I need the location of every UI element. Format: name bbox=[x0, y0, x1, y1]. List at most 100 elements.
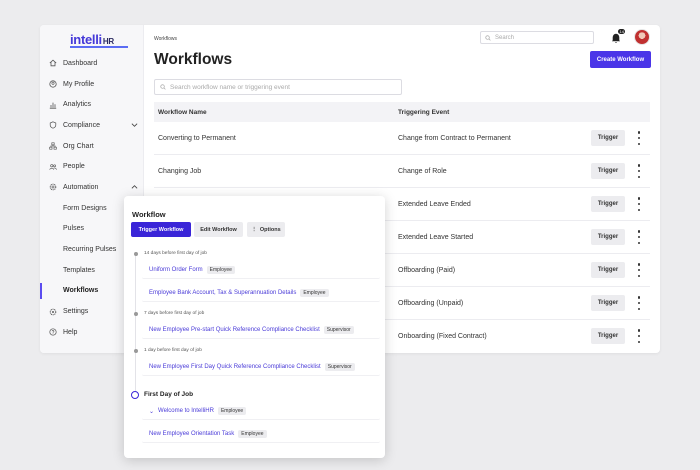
more-options-icon[interactable] bbox=[636, 296, 642, 310]
chevron-down-icon[interactable] bbox=[131, 122, 138, 129]
more-vertical-icon: ⋮ bbox=[251, 226, 257, 233]
list-item[interactable]: New Employee Pre-start Quick Reference C… bbox=[142, 322, 380, 339]
people-icon bbox=[48, 162, 58, 172]
page-title: Workflows bbox=[154, 51, 233, 68]
task-title: Welcome to IntelliHR bbox=[158, 408, 214, 414]
workflow-detail-popup: Workflow Trigger Workflow Edit Workflow … bbox=[124, 196, 385, 458]
global-search-input[interactable]: Search bbox=[480, 31, 594, 44]
list-item[interactable]: Employee Bank Account, Tax & Superannuat… bbox=[142, 285, 380, 302]
sidebar-item-label: Dashboard bbox=[63, 59, 98, 67]
table-header: Workflow Name Triggering Event bbox=[154, 102, 650, 122]
sidebar-item-label: Automation bbox=[63, 183, 99, 191]
sidebar-item-automation[interactable]: Automation bbox=[40, 177, 144, 198]
home-icon bbox=[48, 58, 58, 68]
workflow-search-input[interactable]: Search workflow name or triggering event bbox=[154, 79, 402, 95]
timeline-dot bbox=[133, 252, 138, 256]
sidebar-item-analytics[interactable]: Analytics bbox=[40, 94, 144, 115]
workflow-name: Changing Job bbox=[158, 167, 202, 175]
more-options-icon[interactable] bbox=[636, 329, 642, 343]
role-tag: Supervisor bbox=[323, 326, 354, 334]
options-label: Options bbox=[259, 226, 281, 233]
trigger-workflow-button[interactable]: Trigger Workflow bbox=[131, 222, 191, 237]
list-item[interactable]: ⌄ Welcome to IntelliHR Employee bbox=[142, 403, 380, 420]
list-item[interactable]: New Employee Orientation Task Employee bbox=[142, 426, 380, 443]
task-title: Uniform Order Form bbox=[149, 267, 203, 273]
role-tag: Employee bbox=[206, 266, 235, 274]
sidebar-item-label: Pulses bbox=[63, 225, 85, 233]
settings-icon bbox=[48, 307, 58, 317]
sidebar-item-label: Templates bbox=[63, 266, 95, 274]
trigger-button[interactable]: Trigger bbox=[591, 196, 625, 212]
more-options-icon[interactable] bbox=[636, 164, 642, 178]
column-header-triggering-event: Triggering Event bbox=[398, 108, 450, 116]
trigger-button[interactable]: Trigger bbox=[591, 262, 625, 278]
sidebar-item-label: People bbox=[63, 163, 85, 171]
create-workflow-button[interactable]: Create Workflow bbox=[590, 51, 651, 68]
task-title: New Employee First Day Quick Reference C… bbox=[149, 364, 321, 370]
timeline-group-label: 7 days before first day of job bbox=[144, 311, 205, 316]
task-title: New Employee Orientation Task bbox=[149, 431, 235, 437]
trigger-button[interactable]: Trigger bbox=[591, 229, 625, 245]
user-icon bbox=[48, 79, 58, 89]
sidebar-item-label: Form Designs bbox=[63, 204, 107, 212]
sidebar-item-label: Analytics bbox=[63, 101, 92, 109]
timeline-group-label: 1 day before first day of job bbox=[144, 348, 202, 353]
trigger-button[interactable]: Trigger bbox=[591, 295, 625, 311]
edit-workflow-button[interactable]: Edit Workflow bbox=[194, 222, 243, 237]
popup-title: Workflow bbox=[132, 210, 166, 219]
sidebar-item-people[interactable]: People bbox=[40, 156, 144, 177]
notification-badge: 14 bbox=[618, 29, 626, 34]
chevron-up-icon[interactable] bbox=[131, 184, 138, 191]
table-row[interactable]: Changing Job Change of Role Trigger bbox=[154, 155, 650, 188]
trigger-button[interactable]: Trigger bbox=[591, 328, 625, 344]
table-row[interactable]: Converting to Permanent Change from Cont… bbox=[154, 122, 650, 155]
avatar[interactable] bbox=[634, 29, 650, 45]
shield-icon bbox=[48, 120, 58, 130]
more-options-icon[interactable] bbox=[636, 131, 642, 145]
sidebar-item-org-chart[interactable]: Org Chart bbox=[40, 136, 144, 157]
timeline-group-label: 14 days before first day of job bbox=[144, 251, 207, 256]
role-tag: Employee bbox=[217, 407, 247, 415]
sidebar-item-label: Help bbox=[63, 328, 78, 336]
task-title: New Employee Pre-start Quick Reference C… bbox=[149, 327, 320, 333]
more-options-icon[interactable] bbox=[636, 230, 642, 244]
more-options-icon[interactable] bbox=[636, 263, 642, 277]
sidebar-item-label: Workflows bbox=[63, 287, 99, 295]
org-chart-icon bbox=[48, 141, 58, 151]
search-placeholder: Search workflow name or triggering event bbox=[170, 83, 290, 91]
sidebar-item-my-profile[interactable]: My Profile bbox=[40, 74, 144, 95]
timeline-line bbox=[135, 252, 136, 392]
sidebar-item-label: Compliance bbox=[63, 121, 100, 129]
list-item[interactable]: Uniform Order Form Employee bbox=[142, 262, 380, 279]
timeline-dot bbox=[133, 349, 138, 353]
role-tag: Supervisor bbox=[324, 363, 355, 371]
timeline-dot bbox=[133, 312, 138, 316]
help-icon bbox=[48, 327, 58, 337]
logo-underline bbox=[70, 46, 128, 48]
task-title: Employee Bank Account, Tax & Superannuat… bbox=[149, 290, 297, 296]
role-tag: Employee bbox=[300, 289, 329, 297]
more-options-icon[interactable] bbox=[636, 197, 642, 211]
sidebar-item-label: My Profile bbox=[63, 80, 95, 88]
workflow-name: Converting to Permanent bbox=[158, 134, 236, 142]
options-button[interactable]: ⋮ Options bbox=[247, 222, 285, 237]
column-header-workflow-name: Workflow Name bbox=[158, 108, 207, 116]
search-placeholder: Search bbox=[495, 34, 515, 41]
sidebar-item-dashboard[interactable]: Dashboard bbox=[40, 53, 144, 74]
list-item[interactable]: New Employee First Day Quick Reference C… bbox=[142, 359, 380, 376]
first-day-heading: First Day of Job bbox=[144, 391, 194, 398]
role-tag: Employee bbox=[238, 430, 267, 438]
trigger-button[interactable]: Trigger bbox=[591, 163, 625, 179]
search-icon bbox=[485, 34, 491, 41]
first-day-marker-icon bbox=[131, 391, 139, 399]
bar-chart-icon bbox=[48, 100, 58, 110]
sidebar-item-compliance[interactable]: Compliance bbox=[40, 115, 144, 136]
chevron-down-icon[interactable]: ⌄ bbox=[149, 408, 154, 415]
sidebar-item-label: Settings bbox=[63, 308, 89, 316]
trigger-button[interactable]: Trigger bbox=[591, 130, 625, 146]
breadcrumb[interactable]: Workflows bbox=[154, 36, 177, 42]
gear-icon bbox=[48, 182, 58, 192]
logo: intelliHR bbox=[70, 32, 114, 47]
sidebar-item-label: Org Chart bbox=[63, 142, 94, 150]
search-icon bbox=[160, 84, 166, 90]
